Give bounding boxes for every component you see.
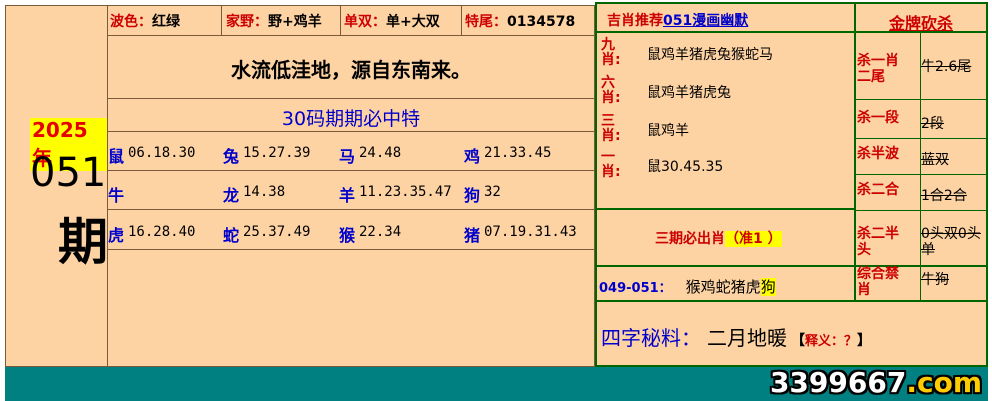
zodiac-label: 牛 bbox=[108, 186, 125, 205]
kill-label: 杀一段 bbox=[857, 110, 899, 126]
zodiac-label: 鼠 bbox=[108, 147, 125, 166]
bingo-title: 30码期期必中特 bbox=[281, 108, 421, 130]
zodiac-label: 猴 bbox=[339, 226, 356, 245]
zodiac-label: 蛇 bbox=[223, 226, 240, 245]
brand-title: 金牌砍杀 bbox=[889, 14, 954, 33]
issue-column: 2025年 051 期 bbox=[6, 6, 108, 366]
explain-text: 释义：？ bbox=[805, 334, 858, 349]
right-panel: 吉肖推荐051漫画幽默 金牌砍杀 九肖: 鼠鸡羊猪虎兔猴蛇马六肖: 鼠鸡羊猪虎兔三肖… bbox=[595, 2, 988, 367]
zodiac-label: 虎 bbox=[108, 226, 125, 245]
zodiac-label: 狗 bbox=[464, 186, 481, 205]
zodiac-label: 鸡 bbox=[464, 147, 481, 166]
kill-label: 杀二半头 bbox=[857, 226, 899, 258]
recommend-title: 吉肖推荐051漫画幽默 bbox=[607, 13, 749, 29]
range-row: 049-051： 猴鸡蛇猪虎狗 bbox=[599, 278, 776, 296]
header-danshuang: 单双：单+大双 bbox=[344, 14, 440, 30]
header-tewei: 特尾：0134578 bbox=[465, 14, 576, 30]
kill-label: 杀一肖二尾 bbox=[857, 53, 899, 85]
issue-suffix: 期 bbox=[58, 213, 108, 271]
recommend-value: 鼠30.45.35 bbox=[647, 159, 724, 175]
zodiac-label: 马 bbox=[339, 147, 356, 166]
kill-value: 1合2合 bbox=[921, 188, 967, 204]
zodiac-numbers: 07.19.31.43 bbox=[484, 224, 577, 240]
site-watermark: 3399667.com bbox=[769, 366, 982, 399]
zodiac-numbers: 16.28.40 bbox=[128, 224, 196, 240]
kill-value: 蓝双 bbox=[921, 152, 949, 168]
zodiac-label: 猪 bbox=[464, 226, 481, 245]
recommend-label: 六肖: bbox=[601, 75, 621, 106]
recommend-label: 九肖: bbox=[601, 37, 621, 68]
comic-link[interactable]: 051漫画幽默 bbox=[663, 13, 748, 29]
zodiac-numbers: 15.27.39 bbox=[243, 145, 311, 161]
zodiac-numbers: 21.33.45 bbox=[484, 145, 552, 161]
zodiac-label: 龙 bbox=[223, 186, 240, 205]
zodiac-numbers: 14.38 bbox=[243, 184, 286, 200]
kill-label: 综合禁肖 bbox=[857, 266, 899, 298]
zodiac-numbers: 06.18.30 bbox=[128, 145, 196, 161]
zodiac-label: 兔 bbox=[223, 147, 240, 166]
secret-row: 四字秘料： 二月地暖 【释义：？】 bbox=[601, 326, 872, 350]
zodiac-numbers: 32 bbox=[484, 184, 501, 200]
zodiac-numbers: 22.34 bbox=[359, 224, 402, 240]
recommend-label: 三肖: bbox=[601, 113, 621, 144]
header-bose: 波色：红绿 bbox=[110, 14, 180, 30]
zodiac-label: 羊 bbox=[339, 186, 356, 205]
kill-label: 杀半波 bbox=[857, 146, 899, 162]
secret-value: 二月地暖 bbox=[707, 326, 787, 350]
kill-label: 杀二合 bbox=[857, 182, 899, 198]
issue-number: 051 bbox=[30, 150, 107, 196]
three-term-badge: （准1 ） bbox=[725, 231, 782, 247]
three-term: 三期必出肖（准1 ） bbox=[655, 231, 782, 247]
zodiac-numbers: 11.23.35.47 bbox=[359, 184, 452, 200]
recommend-label: 一肖: bbox=[601, 149, 621, 180]
kill-value: 0头双0头单 bbox=[921, 226, 981, 258]
zodiac-numbers: 25.37.49 bbox=[243, 224, 311, 240]
recommend-value: 鼠鸡羊猪虎兔 bbox=[647, 85, 731, 101]
header-jiaye: 家野：野+鸡羊 bbox=[226, 14, 322, 30]
zodiac-numbers: 24.48 bbox=[359, 145, 402, 161]
kill-value: 2段 bbox=[921, 116, 944, 132]
slogan: 水流低洼地，源自东南来。 bbox=[231, 58, 471, 82]
recommend-value: 鼠鸡羊 bbox=[647, 123, 689, 139]
page: 2025年 051 期 波色：红绿 家野：野+鸡羊 单双：单+大双 特尾：013… bbox=[0, 0, 992, 401]
left-panel: 2025年 051 期 波色：红绿 家野：野+鸡羊 单双：单+大双 特尾：013… bbox=[5, 5, 595, 367]
recommend-value: 鼠鸡羊猪虎兔猴蛇马 bbox=[647, 47, 773, 63]
range-highlight: 狗 bbox=[760, 278, 776, 296]
kill-value: 牛2.6尾 bbox=[921, 59, 972, 75]
kill-value: 牛狗 bbox=[921, 272, 949, 288]
